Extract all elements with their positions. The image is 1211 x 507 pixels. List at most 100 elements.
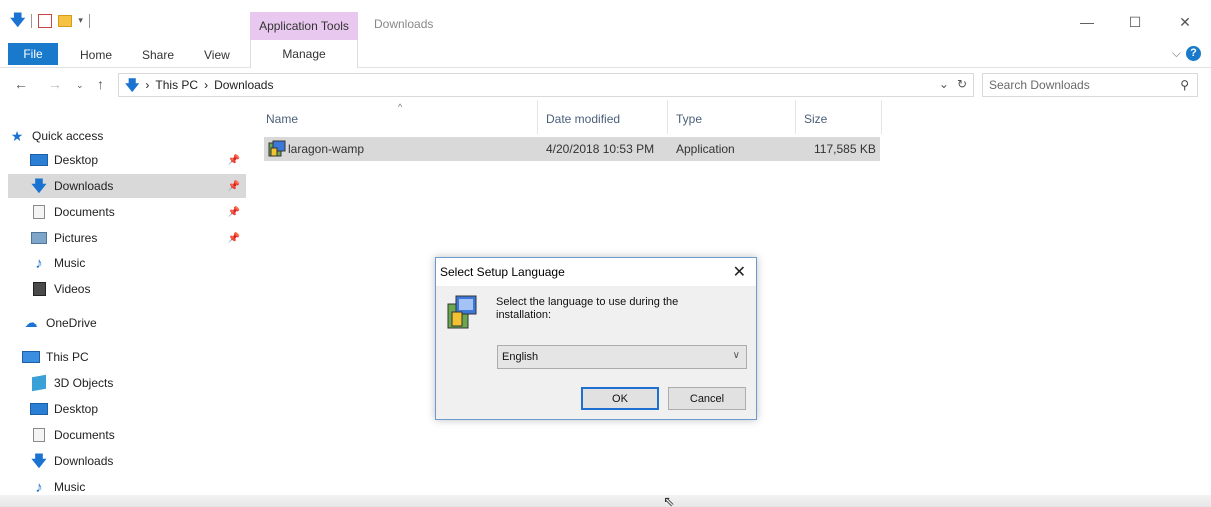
tab-share[interactable]: Share bbox=[142, 48, 174, 62]
sort-ascending-icon: ^ bbox=[398, 102, 403, 112]
expand-ribbon-icon[interactable]: ⌵ bbox=[1172, 46, 1181, 61]
navigation-pane: ★ Quick access Desktop 📌 🡇 Downloads 📌 D… bbox=[0, 110, 250, 507]
address-bar[interactable]: 🡇 › This PC › Downloads ⌄ ↻ bbox=[118, 73, 974, 97]
ok-button[interactable]: OK bbox=[581, 387, 659, 410]
refresh-icon[interactable]: ↻ bbox=[957, 77, 967, 91]
sidebar-item-this-pc[interactable]: This PC bbox=[22, 345, 246, 369]
sidebar-item-label: Documents bbox=[54, 205, 115, 219]
sidebar-item-desktop[interactable]: Desktop 📌 bbox=[30, 148, 246, 172]
sidebar-item-downloads[interactable]: 🡇 Downloads 📌 bbox=[8, 174, 246, 198]
sidebar-item-label: This PC bbox=[46, 350, 89, 364]
address-actions: ⌄ ↻ bbox=[939, 77, 967, 91]
desktop-icon bbox=[30, 402, 48, 416]
sidebar-item-pc-downloads[interactable]: 🡇 Downloads bbox=[30, 449, 246, 473]
dialog-close-icon[interactable]: ✕ bbox=[733, 262, 746, 282]
downloads-location-icon: 🡇 bbox=[125, 77, 140, 93]
column-header-type[interactable]: Type bbox=[668, 100, 796, 134]
tab-manage[interactable]: Manage bbox=[250, 40, 358, 68]
dialog-message: Select the language to use during the in… bbox=[496, 296, 679, 321]
sidebar-item-label: Desktop bbox=[54, 153, 99, 167]
sidebar-item-label: Desktop bbox=[54, 402, 99, 416]
download-folder-icon: 🡇 bbox=[10, 12, 26, 29]
file-tab[interactable]: File bbox=[8, 43, 58, 65]
breadcrumb-separator: › bbox=[145, 78, 150, 92]
sidebar-item-label: Music bbox=[54, 480, 86, 494]
sidebar-item-music[interactable]: ♪ Music bbox=[30, 251, 246, 275]
breadcrumb-this-pc[interactable]: This PC bbox=[155, 78, 198, 92]
qat-separator bbox=[31, 13, 33, 28]
sidebar-item-label: Quick access bbox=[32, 129, 104, 143]
column-header-name[interactable]: ^ Name bbox=[258, 100, 538, 134]
qat-dropdown-icon[interactable]: ▾ bbox=[78, 15, 83, 26]
quick-access-toolbar: 🡇 ▾ bbox=[10, 13, 90, 28]
qat-separator bbox=[88, 13, 90, 28]
language-select[interactable]: English ∨ bbox=[497, 345, 747, 369]
address-row: ← → ⌄ ↑ 🡇 › This PC › Downloads ⌄ ↻ ⚲ bbox=[0, 70, 1211, 100]
table-row[interactable]: laragon-wamp 4/20/2018 10:53 PM Applicat… bbox=[264, 137, 880, 161]
download-icon: 🡇 bbox=[31, 452, 47, 470]
new-folder-icon[interactable] bbox=[58, 14, 73, 27]
tab-view[interactable]: View bbox=[204, 48, 230, 62]
3d-objects-icon bbox=[30, 374, 48, 392]
sidebar-item-pc-documents[interactable]: Documents bbox=[30, 423, 246, 447]
videos-icon bbox=[30, 282, 48, 296]
sidebar-item-videos[interactable]: Videos bbox=[30, 277, 246, 301]
search-box[interactable]: ⚲ bbox=[982, 73, 1198, 97]
column-header-label: Type bbox=[676, 112, 703, 126]
column-header-size[interactable]: Size bbox=[796, 100, 882, 134]
recent-locations-icon[interactable]: ⌄ bbox=[76, 80, 84, 91]
close-button[interactable]: ✕ bbox=[1170, 14, 1200, 31]
minimize-button[interactable]: — bbox=[1072, 14, 1102, 30]
search-input[interactable] bbox=[989, 77, 1169, 93]
mouse-cursor-icon: ⇖ bbox=[663, 493, 675, 507]
installer-icon bbox=[268, 140, 286, 161]
this-pc-icon bbox=[22, 350, 40, 364]
sidebar-item-label: Videos bbox=[54, 282, 91, 296]
language-select-value: English bbox=[502, 351, 539, 363]
chevron-down-icon: ∨ bbox=[732, 350, 740, 361]
sidebar-item-pictures[interactable]: Pictures 📌 bbox=[30, 226, 246, 250]
music-icon: ♪ bbox=[35, 254, 43, 272]
sidebar-item-pc-desktop[interactable]: Desktop bbox=[30, 397, 246, 421]
sidebar-item-label: Downloads bbox=[54, 454, 114, 468]
breadcrumb-downloads[interactable]: Downloads bbox=[214, 78, 273, 92]
sidebar-item-label: Music bbox=[54, 256, 86, 270]
pin-icon: 📌 bbox=[227, 180, 240, 192]
music-icon: ♪ bbox=[35, 478, 43, 496]
documents-icon bbox=[30, 428, 48, 442]
download-icon: 🡇 bbox=[31, 177, 47, 195]
ribbon-tabs: File Home Share View Manage ⌵ ? bbox=[0, 40, 1211, 68]
help-icon[interactable]: ? bbox=[1186, 46, 1201, 61]
application-tools-tab: Application Tools bbox=[250, 12, 358, 40]
desktop-icon bbox=[30, 153, 48, 167]
onedrive-icon: ☁ bbox=[24, 315, 38, 330]
sidebar-item-label: Documents bbox=[54, 428, 115, 442]
search-icon[interactable]: ⚲ bbox=[1180, 78, 1189, 92]
title-bar: 🡇 ▾ Application Tools Downloads — ☐ ✕ bbox=[0, 0, 1211, 40]
tab-home[interactable]: Home bbox=[80, 48, 112, 62]
maximize-button[interactable]: ☐ bbox=[1120, 14, 1150, 31]
pictures-icon bbox=[30, 231, 48, 245]
column-header-date-modified[interactable]: Date modified bbox=[538, 100, 668, 134]
bottom-edge bbox=[0, 495, 1211, 507]
column-header-label: Name bbox=[266, 112, 299, 126]
properties-icon[interactable] bbox=[38, 13, 53, 28]
back-icon[interactable]: ← bbox=[14, 76, 28, 92]
pin-icon: 📌 bbox=[227, 232, 240, 244]
cancel-button[interactable]: Cancel bbox=[668, 387, 746, 410]
pin-icon: 📌 bbox=[227, 206, 240, 218]
dialog-title-bar: Select Setup Language ✕ bbox=[436, 258, 756, 286]
sidebar-item-label: OneDrive bbox=[46, 316, 97, 330]
sidebar-item-quick-access[interactable]: ★ Quick access bbox=[8, 124, 246, 148]
column-header-label: Date modified bbox=[546, 112, 621, 126]
up-icon[interactable]: ↑ bbox=[97, 76, 104, 92]
column-header-label: Size bbox=[804, 112, 828, 126]
address-history-icon[interactable]: ⌄ bbox=[939, 77, 949, 91]
sidebar-item-onedrive[interactable]: ☁ OneDrive bbox=[22, 311, 246, 335]
dialog-title: Select Setup Language bbox=[440, 265, 565, 279]
sidebar-item-3d-objects[interactable]: 3D Objects bbox=[30, 371, 246, 395]
window-title: Downloads bbox=[374, 17, 434, 31]
sidebar-item-documents[interactable]: Documents 📌 bbox=[30, 200, 246, 224]
forward-icon[interactable]: → bbox=[48, 76, 62, 92]
setup-language-dialog: Select Setup Language ✕ Select the langu… bbox=[435, 257, 757, 420]
